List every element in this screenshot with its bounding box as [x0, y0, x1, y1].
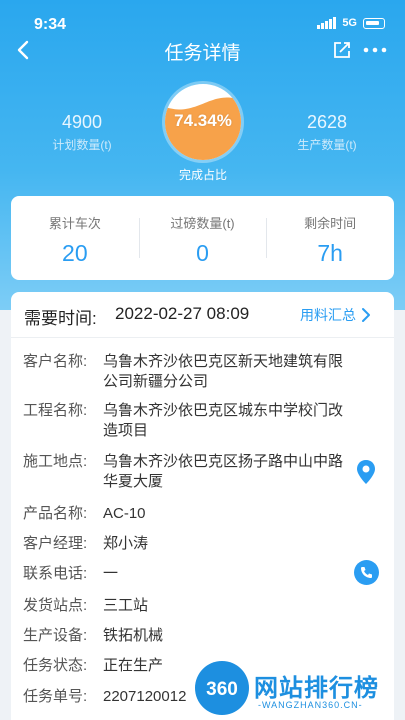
summary-card: 累计车次 20 过磅数量(t) 0 剩余时间 7h	[11, 196, 394, 280]
produced-quantity-label: 生产数量(t)	[297, 138, 357, 152]
planned-quantity-value: 4900	[61, 112, 103, 132]
product-label: 产品名称:	[23, 505, 88, 522]
row-manager: 客户经理: 郑小涛	[23, 534, 353, 554]
manager-value: 郑小涛	[103, 535, 149, 552]
phone-value: 一	[103, 565, 119, 582]
summary-weighed-label: 过磅数量(t)	[170, 216, 235, 231]
row-equipment: 生产设备: 铁拓机械	[23, 626, 353, 646]
status-label: 任务状态:	[23, 657, 88, 674]
location-pin-icon[interactable]	[355, 459, 377, 485]
phone-call-icon[interactable]	[354, 560, 379, 585]
manager-label: 客户经理:	[23, 535, 88, 552]
need-time-label: 需要时间:	[24, 309, 97, 328]
project-value: 乌鲁木齐沙依巴克区城东中学校门改造项目	[103, 402, 344, 439]
row-phone: 联系电话: 一	[23, 564, 353, 584]
watermark: 360 网站排行榜 -WANGZHAN360.CN-	[192, 656, 404, 720]
product-value: AC-10	[103, 505, 146, 522]
row-station: 发货站点: 三工站	[23, 596, 353, 616]
card-header: 需要时间: 2022-02-27 08:09 用料汇总	[11, 292, 394, 338]
completion-percent: 74.34%	[174, 111, 232, 130]
summary-remaining: 剩余时间 7h	[266, 196, 394, 280]
produced-quantity-value: 2628	[306, 112, 348, 132]
customer-value: 乌鲁木齐沙依巴克区新天地建筑有限公司新疆分公司	[103, 353, 344, 390]
row-product: 产品名称: AC-10	[23, 504, 353, 524]
customer-label: 客户名称:	[23, 353, 88, 370]
watermark-subtext: -WANGZHAN360.CN-	[258, 700, 363, 710]
site-value: 乌鲁木齐沙依巴克区扬子路中山中路华夏大厦	[103, 453, 344, 490]
status-icons: 5G	[317, 17, 385, 29]
material-summary-label: 用料汇总	[300, 307, 356, 323]
equipment-value: 铁拓机械	[103, 627, 164, 644]
watermark-text: 网站排行榜	[254, 675, 379, 702]
equipment-label: 生产设备:	[23, 627, 88, 644]
summary-trips: 累计车次 20	[11, 196, 139, 280]
signal-icon	[317, 17, 337, 29]
row-site: 施工地点: 乌鲁木齐沙依巴克区扬子路中山中路华夏大厦	[23, 452, 353, 492]
row-customer: 客户名称: 乌鲁木齐沙依巴克区新天地建筑有限公司新疆分公司	[23, 352, 353, 392]
phone-label: 联系电话:	[23, 565, 88, 582]
navigation-bar: 任务详情	[0, 30, 405, 70]
material-summary-link[interactable]: 用料汇总	[300, 305, 372, 325]
summary-remaining-label: 剩余时间	[304, 216, 357, 231]
site-label: 施工地点:	[23, 453, 88, 470]
more-options-icon[interactable]	[362, 40, 388, 60]
station-value: 三工站	[103, 597, 149, 614]
planned-quantity-label: 计划数量(t)	[52, 138, 112, 152]
watermark-logo-icon: 360	[195, 661, 249, 715]
project-label: 工程名称:	[23, 402, 88, 419]
battery-icon	[363, 17, 385, 29]
station-label: 发货站点:	[23, 597, 88, 614]
order-no-label: 任务单号:	[23, 688, 88, 705]
summary-remaining-value: 7h	[317, 240, 343, 266]
produced-quantity: 2628 生产数量(t)	[272, 112, 382, 153]
planned-quantity: 4900 计划数量(t)	[27, 112, 137, 153]
summary-trips-label: 累计车次	[48, 216, 101, 231]
summary-weighed: 过磅数量(t) 0	[138, 196, 267, 280]
chevron-right-icon	[362, 308, 370, 322]
summary-trips-value: 20	[62, 240, 88, 266]
completion-progress-ring: 74.34%	[165, 84, 241, 160]
share-icon[interactable]	[332, 40, 352, 60]
network-type: 5G	[342, 17, 357, 29]
summary-weighed-value: 0	[196, 240, 209, 266]
completion-label: 完成占比	[178, 168, 227, 182]
watermark-badge: 360	[206, 679, 238, 700]
need-time-value: 2022-02-27 08:09	[115, 304, 250, 323]
row-project: 工程名称: 乌鲁木齐沙依巴克区城东中学校门改造项目	[23, 401, 353, 441]
